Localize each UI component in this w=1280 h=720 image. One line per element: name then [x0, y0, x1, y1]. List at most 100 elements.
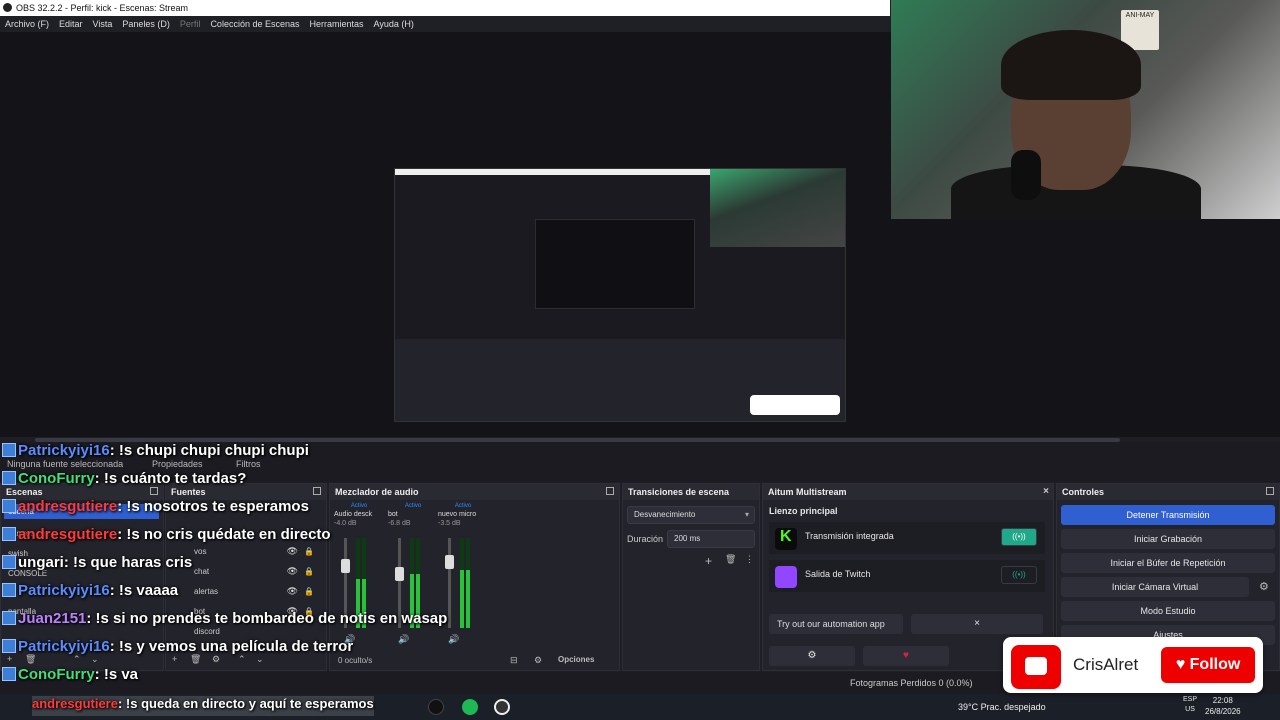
- channel-name[interactable]: bot: [388, 511, 438, 518]
- channel-name[interactable]: Audio desck: [334, 511, 384, 518]
- channel-active-tag: Activo: [350, 503, 368, 509]
- source-item[interactable]: vos 👁 🔒: [172, 544, 322, 559]
- start-recording-button[interactable]: Iniciar Grabación: [1061, 529, 1275, 549]
- channel-name: CrisAlret: [1073, 655, 1139, 674]
- lock-icon[interactable]: 🔒: [304, 604, 314, 619]
- webcam-overlay: ANI-MAY: [891, 0, 1280, 219]
- add-source-icon[interactable]: +: [172, 654, 177, 664]
- weather-widget[interactable]: 39°C Prac. despejado: [958, 702, 1046, 712]
- speaker-icon[interactable]: 🔊: [448, 634, 459, 645]
- menu-perfil[interactable]: Perfil: [180, 16, 201, 32]
- fader-knob[interactable]: [445, 554, 454, 569]
- duration-input[interactable]: 200 ms: [667, 530, 755, 548]
- volume-fader[interactable]: [341, 538, 350, 628]
- mixer-options-button[interactable]: Opciones: [558, 655, 594, 664]
- mixer-layout-icon[interactable]: ⊟: [510, 655, 518, 666]
- scene-item[interactable]: pantalla: [4, 604, 159, 619]
- close-icon[interactable]: ×: [1043, 484, 1049, 500]
- scene-item[interactable]: swish: [4, 546, 159, 561]
- menu-herramientas[interactable]: Herramientas: [310, 16, 364, 32]
- transitions-title: Transiciones de escena: [628, 487, 730, 497]
- volume-fader[interactable]: [395, 538, 404, 628]
- start-virtual-camera-button[interactable]: Iniciar Cámara Virtual: [1061, 577, 1249, 597]
- move-down-icon[interactable]: ⌄: [256, 654, 264, 665]
- audio-mixer-dock: Mezclador de audio Activo Audio desck -4…: [329, 483, 620, 671]
- level-meter: [460, 538, 464, 628]
- lock-icon[interactable]: 🔒: [304, 584, 314, 599]
- visibility-eye-icon[interactable]: 👁: [287, 564, 298, 579]
- speaker-icon[interactable]: 🔊: [344, 634, 355, 645]
- menu-ayuda[interactable]: Ayuda (H): [374, 16, 414, 32]
- chevron-down-icon: ▾: [744, 510, 749, 519]
- more-options-icon[interactable]: ⋮: [745, 554, 754, 565]
- channel-name[interactable]: nuevo micro: [438, 511, 488, 518]
- menu-editar[interactable]: Editar: [59, 16, 83, 32]
- language-indicator[interactable]: ESP US: [1183, 695, 1197, 715]
- undock-icon[interactable]: [606, 487, 614, 495]
- undock-icon[interactable]: [150, 487, 158, 495]
- studio-mode-button[interactable]: Modo Estudio: [1061, 601, 1275, 621]
- visibility-eye-icon[interactable]: 👁: [287, 604, 298, 619]
- chat-text: : !s queda en directo y aquí te esperamo…: [117, 696, 374, 711]
- start-replay-buffer-button[interactable]: Iniciar el Búfer de Repetición: [1061, 553, 1275, 573]
- output-toggle[interactable]: ((•)): [1001, 566, 1037, 584]
- undock-icon[interactable]: [1266, 487, 1274, 495]
- stop-stream-button[interactable]: Detener Transmisión: [1061, 505, 1275, 525]
- lock-icon[interactable]: 🔒: [304, 564, 314, 579]
- source-toolbar: Ninguna fuente seleccionada Propiedades …: [0, 442, 1280, 482]
- spotify-icon[interactable]: [462, 699, 478, 715]
- automation-app-banner[interactable]: Try out our automation app: [769, 614, 903, 634]
- menu-archivo[interactable]: Archivo (F): [5, 16, 49, 32]
- aitum-settings-button[interactable]: ⚙: [769, 646, 855, 666]
- mixer-settings-icon[interactable]: ⚙: [534, 655, 542, 666]
- program-preview[interactable]: [394, 168, 846, 422]
- filters-button[interactable]: Filtros: [236, 459, 261, 469]
- remove-transition-icon[interactable]: 🗑: [725, 554, 736, 565]
- scene-item[interactable]: CONSOLE: [4, 566, 159, 581]
- output-toggle[interactable]: ((•)): [1001, 528, 1037, 546]
- source-item[interactable]: bot 👁 🔒: [172, 604, 322, 619]
- move-down-icon[interactable]: ⌄: [91, 654, 99, 665]
- source-item[interactable]: discord: [172, 624, 322, 639]
- add-transition-icon[interactable]: +: [705, 554, 712, 568]
- visibility-eye-icon[interactable]: 👁: [287, 544, 298, 559]
- add-scene-icon[interactable]: +: [7, 654, 12, 664]
- scene-item[interactable]: camara con a: [4, 526, 159, 541]
- speaker-icon[interactable]: 🔊: [398, 634, 409, 645]
- obs-logo-icon: [3, 3, 12, 12]
- obs-icon[interactable]: [494, 699, 510, 715]
- lock-icon[interactable]: 🔒: [304, 544, 314, 559]
- move-up-icon[interactable]: ⌃: [73, 654, 81, 665]
- undock-icon[interactable]: [313, 487, 321, 495]
- source-item[interactable]: alertas 👁 🔒: [172, 584, 322, 599]
- preview-nested-follow: [750, 395, 840, 415]
- fader-knob[interactable]: [395, 566, 404, 581]
- move-up-icon[interactable]: ⌃: [238, 654, 246, 665]
- menu-vista[interactable]: Vista: [93, 16, 113, 32]
- aitum-heart-button[interactable]: ♥: [863, 646, 949, 666]
- menu-bar: Archivo (F) Editar Vista Paneles (D) Per…: [0, 16, 890, 32]
- source-item[interactable]: chat 👁 🔒: [172, 564, 322, 579]
- region-code: US: [1185, 706, 1195, 713]
- follow-button[interactable]: ♥ Follow: [1161, 647, 1255, 683]
- remove-source-icon[interactable]: 🗑: [190, 654, 201, 665]
- clock-time: 22:08: [1212, 696, 1233, 705]
- tiktok-icon[interactable]: [428, 699, 444, 715]
- virtual-camera-settings-icon[interactable]: ⚙: [1259, 580, 1269, 593]
- transition-select[interactable]: Desvanecimiento ▾: [627, 506, 755, 524]
- properties-button[interactable]: Propiedades: [152, 459, 203, 469]
- aitum-output-row: K Transmisión integrada ((•)): [769, 522, 1045, 554]
- level-meter: [362, 538, 366, 628]
- remove-scene-icon[interactable]: 🗑: [25, 654, 36, 665]
- volume-fader[interactable]: [445, 538, 454, 628]
- visibility-eye-icon[interactable]: 👁: [287, 584, 298, 599]
- menu-paneles[interactable]: Paneles (D): [122, 16, 170, 32]
- fader-knob[interactable]: [341, 559, 350, 574]
- source-settings-icon[interactable]: ⚙: [212, 654, 220, 665]
- menu-coleccion-escenas[interactable]: Colección de Escenas: [210, 16, 299, 32]
- system-clock[interactable]: 22:08 26/8/2026: [1205, 695, 1241, 717]
- level-fill: [460, 569, 464, 628]
- level-meter: [410, 538, 414, 628]
- close-banner-button[interactable]: ×: [911, 614, 1043, 634]
- scene-item[interactable]: escena: [4, 504, 159, 519]
